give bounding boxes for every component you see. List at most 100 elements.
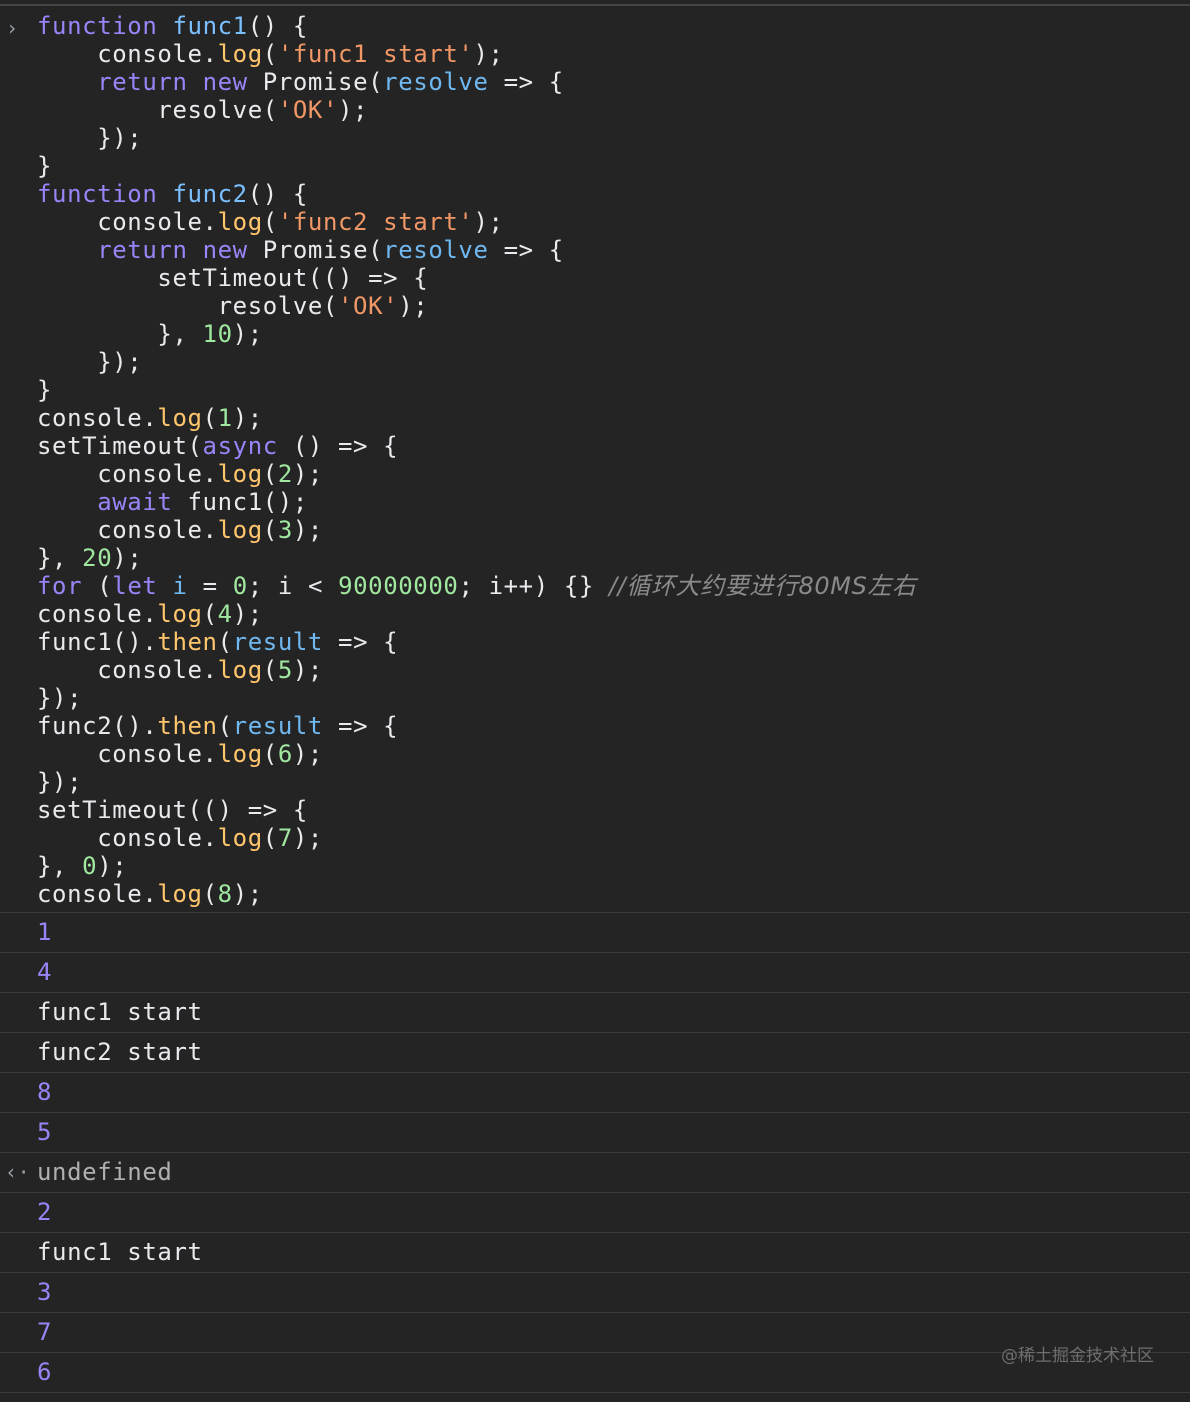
code-token-method: log <box>217 740 263 768</box>
code-token-method: log <box>217 824 263 852</box>
code-token-plain: => { <box>488 236 564 264</box>
code-token-plain: console. <box>37 40 218 68</box>
code-token-number: 3 <box>277 516 293 544</box>
code-token-string: 'OK' <box>337 292 399 320</box>
code-line: }, 0); <box>37 852 1190 880</box>
code-token-plain: } <box>37 152 53 180</box>
code-token-plain: console. <box>37 208 218 236</box>
code-line: console.log('func2 start'); <box>37 208 1190 236</box>
code-line: resolve('OK'); <box>37 96 1190 124</box>
code-line: console.log(6); <box>37 740 1190 768</box>
code-token-plain: ); <box>473 208 504 236</box>
code-token-number: 5 <box>277 656 293 684</box>
code-token-plain: Promise( <box>247 236 384 264</box>
code-token-plain: }); <box>37 124 143 152</box>
code-line: function func1() { <box>37 12 1190 40</box>
code-line: }); <box>37 768 1190 796</box>
code-line: }, 10); <box>37 320 1190 348</box>
code-token-method: log <box>157 880 203 908</box>
code-token-number: 2 <box>277 460 293 488</box>
console-output-text: 8 <box>37 1078 53 1106</box>
code-line: function func2() { <box>37 180 1190 208</box>
code-token-string: 'func1 start' <box>277 40 474 68</box>
console-input-block[interactable]: › function func1() { console.log('func1 … <box>0 6 1190 913</box>
code-token-string: 'OK' <box>277 96 338 124</box>
code-line: console.log(5); <box>37 656 1190 684</box>
code-token-param: result <box>232 712 323 740</box>
code-token-number: 90000000 <box>338 572 459 600</box>
code-token-plain: console. <box>37 656 218 684</box>
code-token-number: 7 <box>277 824 293 852</box>
code-token-plain: ); <box>292 740 323 768</box>
code-token-keyword: return <box>97 236 188 264</box>
code-line: await func1(); <box>37 488 1190 516</box>
code-line: for (let i = 0; i < 90000000; i++) {} //… <box>37 572 1190 600</box>
code-token-plain: }); <box>37 768 83 796</box>
code-token-string: 'func2 start' <box>277 208 474 236</box>
console-output-row: func2 start <box>0 1033 1190 1073</box>
code-token-plain: ); <box>232 320 263 348</box>
console-output-text: 5 <box>37 1118 53 1146</box>
return-arrow-icon: ‹· <box>5 1160 31 1184</box>
console-output-text: func1 start <box>37 998 203 1026</box>
console-output-text: 1 <box>37 918 53 946</box>
code-token-plain: func1(). <box>37 628 158 656</box>
console-output-row: 5 <box>0 1113 1190 1153</box>
console-output-row: 3 <box>0 1273 1190 1313</box>
code-token-plain: ); <box>292 656 323 684</box>
code-line: return new Promise(resolve => { <box>37 68 1190 96</box>
code-token-plain: ); <box>292 824 323 852</box>
code-token-plain: ); <box>232 600 263 628</box>
code-line: func1().then(result => { <box>37 628 1190 656</box>
console-output-row: 4 <box>0 953 1190 993</box>
code-token-method: then <box>157 712 218 740</box>
code-token-method: log <box>217 208 263 236</box>
code-token-plain: ( <box>217 712 233 740</box>
code-line: setTimeout(async () => { <box>37 432 1190 460</box>
code-token-plain: }, <box>37 852 83 880</box>
code-token-keyword: new <box>202 68 248 96</box>
code-token-keyword: new <box>202 236 248 264</box>
code-token-plain: console. <box>37 740 218 768</box>
console-output-row: 8 <box>0 1073 1190 1113</box>
code-line: func2().then(result => { <box>37 712 1190 740</box>
code-token-param: result <box>232 628 323 656</box>
code-token-plain: console. <box>37 516 218 544</box>
code-token-plain: ); <box>97 852 128 880</box>
console-output-row: 1 <box>0 913 1190 953</box>
console-output-text: undefined <box>37 1158 173 1186</box>
code-token-method: log <box>157 404 203 432</box>
code-token-plain: ); <box>112 544 143 572</box>
code-token-plain: func2(). <box>37 712 158 740</box>
code-line: }, 20); <box>37 544 1190 572</box>
code-line: }); <box>37 124 1190 152</box>
code-token-method: log <box>217 460 263 488</box>
code-token-number: 10 <box>202 320 233 348</box>
code-token-plain: ( <box>262 516 278 544</box>
code-token-number: 0 <box>232 572 248 600</box>
code-token-plain: ( <box>262 460 278 488</box>
code-token-fn: func1 <box>172 12 248 40</box>
code-token-plain: console. <box>37 880 158 908</box>
code-token-keyword: return <box>97 68 188 96</box>
code-token-number: 6 <box>277 740 293 768</box>
code-token-plain: ( <box>262 208 278 236</box>
code-line: return new Promise(resolve => { <box>37 236 1190 264</box>
code-token-keyword: for <box>37 572 83 600</box>
code-line: console.log('func1 start'); <box>37 40 1190 68</box>
code-token-plain: }); <box>37 684 83 712</box>
code-line: console.log(2); <box>37 460 1190 488</box>
code-token-plain: console. <box>37 404 158 432</box>
code-token-number: 4 <box>217 600 233 628</box>
code-token-plain: setTimeout(() => { <box>37 796 308 824</box>
code-token-keyword: let <box>112 572 158 600</box>
code-editor[interactable]: function func1() { console.log('func1 st… <box>37 12 1190 908</box>
code-line: console.log(3); <box>37 516 1190 544</box>
code-token-plain: ); <box>338 96 369 124</box>
code-token-plain: ; i < <box>247 572 339 600</box>
